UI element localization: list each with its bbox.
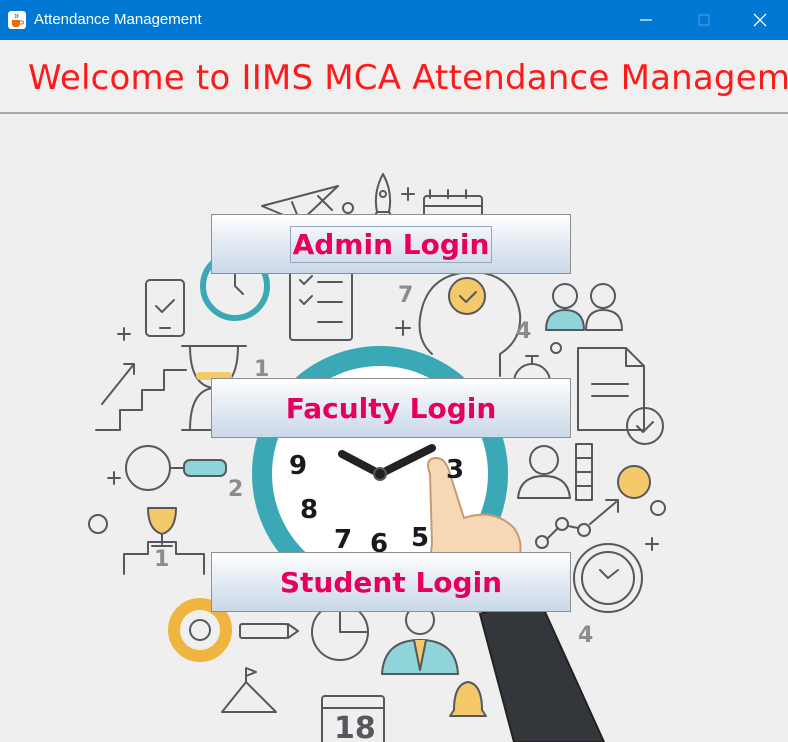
close-button[interactable] <box>732 0 788 40</box>
bell-icon <box>449 681 487 717</box>
dollar-coin-icon <box>617 465 651 499</box>
decor-number: 7 <box>398 283 413 308</box>
decor-number: 4 <box>516 319 531 344</box>
minimize-icon <box>640 19 652 21</box>
window-titlebar[interactable]: Attendance Management <box>0 0 788 40</box>
minimize-button[interactable] <box>618 0 674 40</box>
calendar-number: 18 <box>334 711 376 742</box>
decor-number: 1 <box>154 547 169 572</box>
person-avatar-icon <box>517 443 593 501</box>
magnifier-icon <box>125 445 227 491</box>
growth-graph-icon <box>535 499 619 549</box>
faculty-login-label: Faculty Login <box>285 391 497 425</box>
pie-chart-icon <box>311 603 369 661</box>
student-login-button[interactable]: Student Login <box>211 552 571 612</box>
welcome-heading: Welcome to IIMS MCA Attendance Managemen… <box>28 58 788 98</box>
checklist-icon <box>289 263 353 341</box>
admin-login-button[interactable]: Admin Login <box>211 214 571 274</box>
document-icon <box>577 347 664 445</box>
admin-login-label: Admin Login <box>289 225 493 263</box>
clock-number-7: 7 <box>334 525 352 555</box>
student-login-label: Student Login <box>279 565 503 599</box>
content-panel: 9 3 8 7 6 5 18 7 4 1 2 1 4 Admin Login F… <box>0 114 788 742</box>
people-icon <box>545 283 623 331</box>
teacher-avatar-icon <box>381 605 459 675</box>
java-coffee-icon <box>8 11 26 29</box>
stairs-icon <box>95 363 187 431</box>
small-clock-right-icon <box>573 543 643 613</box>
mountain-flag-icon <box>221 667 277 713</box>
header-panel: Welcome to IIMS MCA Attendance Managemen… <box>0 40 788 114</box>
faculty-login-button[interactable]: Faculty Login <box>211 378 571 438</box>
decor-number: 4 <box>578 623 593 648</box>
maximize-icon <box>698 14 710 26</box>
phone-check-icon <box>145 279 185 337</box>
window-title: Attendance Management <box>34 11 202 28</box>
clock-number-9: 9 <box>289 451 307 481</box>
decor-number: 2 <box>228 477 243 502</box>
clock-number-8: 8 <box>300 495 318 525</box>
maximize-button[interactable] <box>676 0 732 40</box>
pencil-icon <box>239 623 299 639</box>
clock-number-3: 3 <box>446 455 464 485</box>
close-icon <box>753 13 767 27</box>
clock-number-5: 5 <box>411 523 429 553</box>
